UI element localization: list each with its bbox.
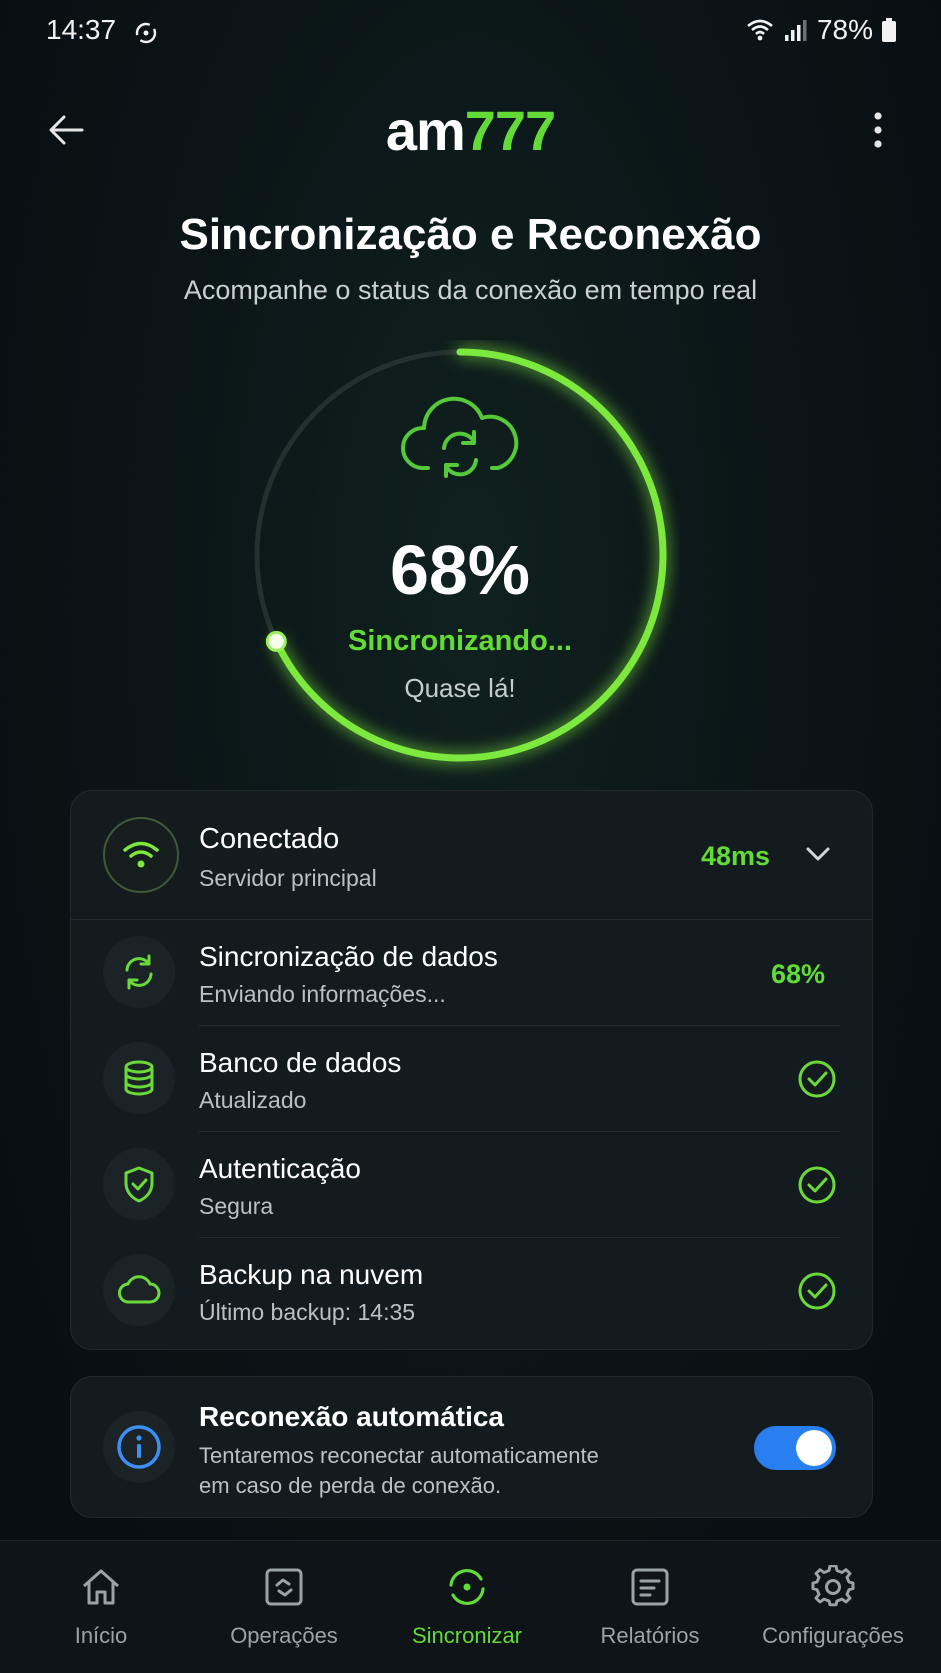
operations-icon <box>265 1568 303 1606</box>
status-right-group: 78% <box>745 14 897 46</box>
auto-reconnect-title: Reconexão automática <box>199 1401 504 1432</box>
nav-label: Início <box>74 1623 128 1648</box>
info-icon <box>117 1425 161 1469</box>
status-time: 14:37 <box>46 14 117 45</box>
list-item-backup: Backup na nuvem Último backup: 14:35 <box>71 1237 872 1347</box>
toggle-knob <box>796 1430 832 1466</box>
item-value: 68% <box>771 959 826 989</box>
nav-label: Relatórios <box>600 1623 700 1648</box>
item-subtitle: Último backup: 14:35 <box>199 1299 416 1325</box>
nav-label: Configurações <box>762 1623 904 1648</box>
wifi-icon <box>123 841 159 868</box>
connection-row[interactable]: Conectado Servidor principal 48ms <box>71 791 872 919</box>
row-icon-wrap <box>103 1042 175 1114</box>
row-icon-wrap <box>103 1148 175 1220</box>
nav-label: Sincronizar <box>411 1623 523 1648</box>
sync-icon <box>125 954 153 990</box>
list-item-database: Banco de dados Atualizado <box>71 1025 872 1131</box>
app-logo: am777 <box>0 98 941 163</box>
row-icon-wrap <box>103 936 175 1008</box>
page-title: Sincronização e Reconexão <box>179 210 762 259</box>
row-icon-wrap <box>103 1411 175 1483</box>
row-icon-wrap <box>103 1254 175 1326</box>
cloud-sync-icon <box>400 396 519 478</box>
auto-reconnect-toggle[interactable] <box>754 1426 836 1470</box>
latency-value: 48ms <box>701 841 771 871</box>
signal-icon <box>784 20 807 41</box>
connection-icon-wrap <box>103 817 179 893</box>
progress-percent: 68% <box>389 531 531 609</box>
item-title: Banco de dados <box>199 1047 402 1078</box>
status-card: Conectado Servidor principal 48ms Sincro… <box>70 790 873 1350</box>
page-subtitle: Acompanhe o status da conexão em tempo r… <box>183 275 758 305</box>
nav-label: Operações <box>230 1623 338 1648</box>
check-circle-icon <box>798 1060 836 1098</box>
nav-item-operacoes[interactable]: Operações <box>190 1541 378 1673</box>
nav-item-configuracoes[interactable]: Configurações <box>739 1541 927 1673</box>
sync-status-icon <box>135 22 157 44</box>
check-circle-icon <box>798 1166 836 1204</box>
item-subtitle: Segura <box>199 1193 274 1219</box>
check-circle-icon <box>798 1272 836 1310</box>
bottom-nav: Início Operações Sincronizar Relatórios … <box>0 1540 941 1673</box>
logo-am: am <box>385 99 466 162</box>
auto-reconnect-line1: Tentaremos reconectar automaticamente <box>199 1443 599 1468</box>
connection-title: Conectado <box>199 823 340 855</box>
settings-icon <box>811 1565 855 1607</box>
home-icon <box>83 1569 119 1605</box>
chevron-down-icon[interactable] <box>803 839 833 869</box>
sync-nav-icon <box>449 1569 485 1605</box>
item-title: Backup na nuvem <box>199 1259 424 1290</box>
nav-item-relatorios[interactable]: Relatórios <box>556 1541 744 1673</box>
connection-subtitle: Servidor principal <box>199 865 377 891</box>
battery-icon <box>882 18 896 42</box>
cloud-icon <box>118 1275 161 1304</box>
item-title: Sincronização de dados <box>199 941 498 972</box>
more-options-icon[interactable] <box>862 106 894 154</box>
nav-item-inicio[interactable]: Início <box>7 1541 195 1673</box>
item-subtitle: Enviando informações... <box>199 981 446 1007</box>
auto-reconnect-card: Reconexão automática Tentaremos reconect… <box>70 1376 873 1518</box>
item-subtitle: Atualizado <box>199 1087 307 1113</box>
item-title: Autenticação <box>199 1153 361 1184</box>
progress-status: Sincronizando... <box>348 625 572 657</box>
list-item-data-sync: Sincronização de dados Enviando informaç… <box>71 919 872 1025</box>
progress-note: Quase lá! <box>404 673 516 703</box>
shield-check-icon <box>124 1166 154 1203</box>
reports-icon <box>631 1568 669 1606</box>
auto-reconnect-line2: em caso de perda de conexão. <box>199 1473 502 1498</box>
database-icon <box>124 1060 154 1096</box>
nav-item-sincronizar[interactable]: Sincronizar <box>373 1541 561 1673</box>
battery-percent: 78% <box>816 14 873 45</box>
list-item-auth: Autenticação Segura <box>71 1131 872 1237</box>
logo-777: 777 <box>464 99 556 162</box>
wifi-status-icon <box>747 19 773 41</box>
